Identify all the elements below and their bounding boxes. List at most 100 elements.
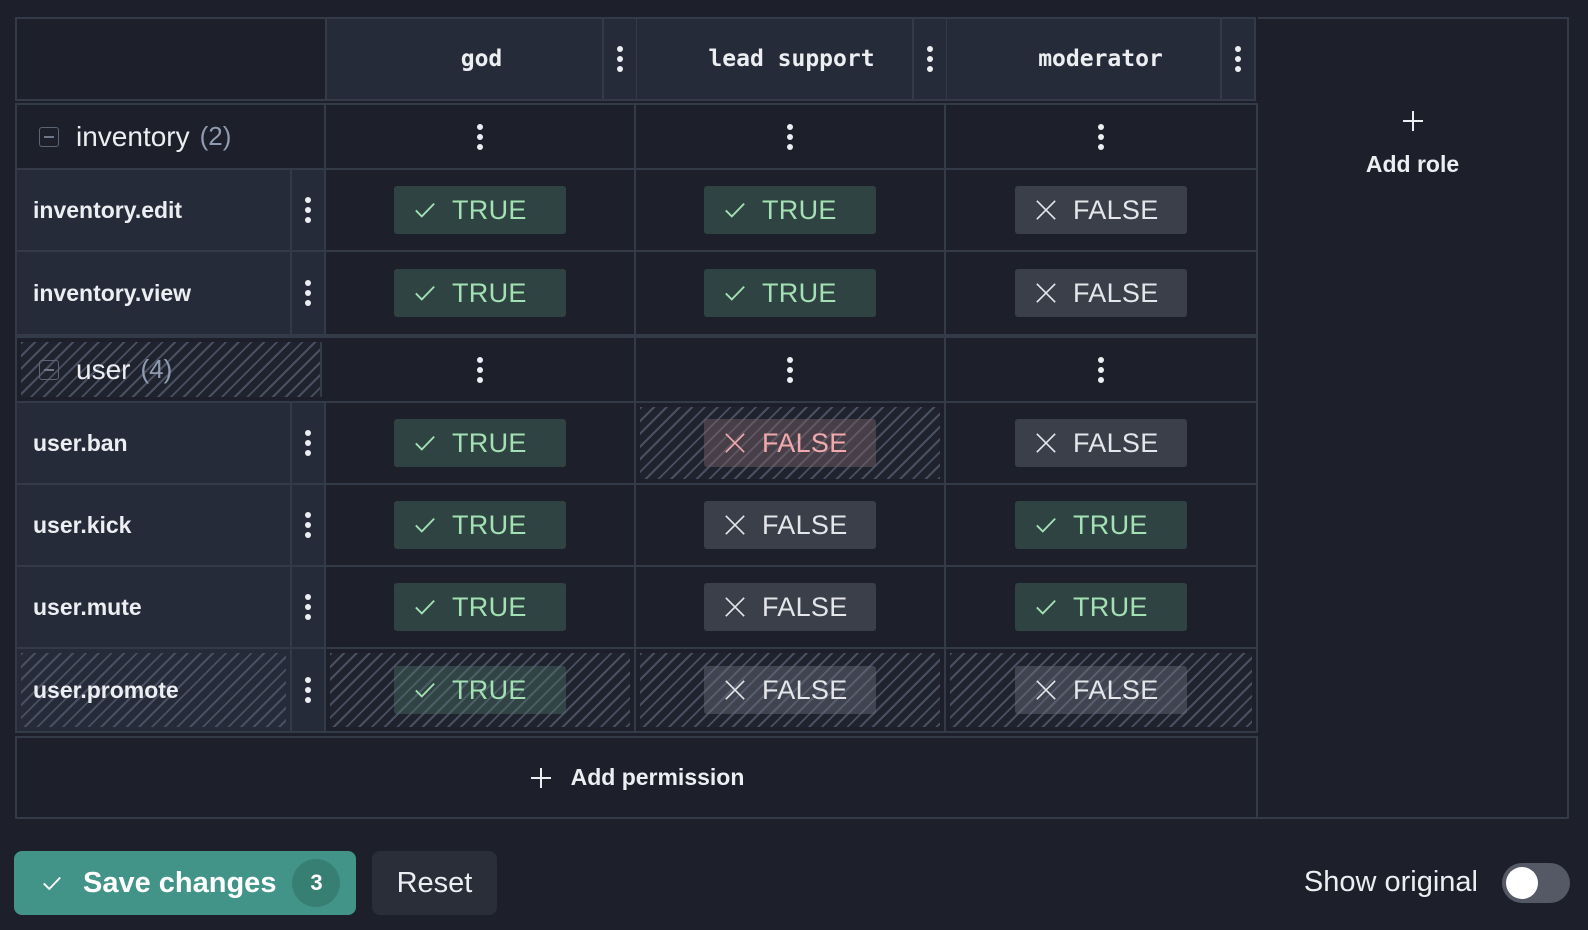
permission-value-cell: FALSE (946, 170, 1256, 250)
kebab-icon (305, 677, 311, 703)
false-badge[interactable]: FALSE (1015, 666, 1187, 714)
permission-value-cell: FALSE (946, 649, 1256, 731)
group-name: user (76, 353, 131, 385)
permission-name: user.ban (33, 429, 128, 456)
false-badge[interactable]: FALSE (1015, 269, 1187, 317)
kebab-icon (1098, 123, 1104, 150)
role-name[interactable]: lead support (637, 19, 912, 99)
permission-value-cell: FALSE (636, 485, 946, 565)
group-name: inventory (76, 120, 190, 152)
collapse-group-icon[interactable] (39, 359, 59, 380)
true-badge[interactable]: TRUE (394, 501, 566, 549)
true-badge[interactable]: TRUE (394, 583, 566, 631)
kebab-icon (1235, 46, 1241, 72)
permission-row: inventory.edit TRUE TRUE FALSE (17, 170, 1256, 252)
kebab-icon (787, 123, 793, 150)
permission-value-cell: FALSE (636, 403, 946, 483)
role-name[interactable]: moderator (947, 19, 1220, 99)
permission-value-cell: TRUE (946, 567, 1256, 647)
kebab-icon (305, 512, 311, 538)
permission-menu-button[interactable] (292, 485, 326, 565)
true-badge[interactable]: TRUE (394, 419, 566, 467)
group-role-menu-cell[interactable] (636, 105, 946, 168)
false-badge[interactable]: FALSE (704, 419, 876, 467)
save-changes-button[interactable]: Save changes 3 (14, 851, 356, 915)
permission-name: user.mute (33, 593, 142, 620)
false-badge[interactable]: FALSE (1015, 419, 1187, 467)
group-role-menu-cell[interactable] (326, 105, 636, 168)
add-permission-button[interactable]: Add permission (15, 736, 1258, 819)
role-menu-button[interactable] (912, 19, 946, 99)
true-badge[interactable]: TRUE (1015, 583, 1187, 631)
toggle-knob (1506, 867, 1538, 899)
permission-menu-button[interactable] (292, 252, 326, 334)
permission-name-cell: user.promote (17, 649, 292, 731)
permission-menu-button[interactable] (292, 403, 326, 483)
value-label: FALSE (1073, 427, 1159, 458)
permission-row: user.ban TRUE FALSE FALSE (17, 403, 1256, 485)
value-label: FALSE (1073, 194, 1159, 225)
group-role-menu-cell[interactable] (636, 338, 946, 401)
value-label: TRUE (762, 277, 837, 308)
group-role-menu-cell[interactable] (946, 338, 1256, 401)
add-role-label: Add role (1365, 151, 1460, 177)
permission-menu-button[interactable] (292, 567, 326, 647)
false-badge[interactable]: FALSE (704, 501, 876, 549)
x-icon (1036, 433, 1056, 453)
value-label: TRUE (452, 591, 527, 622)
check-icon (415, 435, 435, 451)
permission-name-cell: user.kick (17, 485, 292, 565)
false-badge[interactable]: FALSE (1015, 186, 1187, 234)
collapse-group-icon[interactable] (39, 126, 59, 147)
add-role-column: Add role (1258, 17, 1569, 819)
reset-button[interactable]: Reset (372, 851, 497, 915)
true-badge[interactable]: TRUE (704, 186, 876, 234)
group-role-menu-cell[interactable] (326, 338, 636, 401)
permission-value-cell: TRUE (636, 170, 946, 250)
true-badge[interactable]: TRUE (704, 269, 876, 317)
permission-value-cell: TRUE (636, 252, 946, 334)
kebab-icon (305, 430, 311, 456)
x-icon (725, 515, 745, 535)
group-role-menu-cell[interactable] (946, 105, 1256, 168)
true-badge[interactable]: TRUE (1015, 501, 1187, 549)
permission-value-cell: FALSE (946, 403, 1256, 483)
group-name-cell: user (4) (21, 342, 322, 397)
value-label: FALSE (762, 591, 848, 622)
role-menu-button[interactable] (1220, 19, 1254, 99)
permission-value-cell: FALSE (636, 567, 946, 647)
value-label: TRUE (1073, 509, 1148, 540)
permission-value-cell: TRUE (946, 485, 1256, 565)
true-badge[interactable]: TRUE (394, 186, 566, 234)
show-original-toggle[interactable] (1502, 863, 1570, 903)
value-label: TRUE (1073, 591, 1148, 622)
group-count: (4) (140, 354, 173, 384)
check-icon (415, 285, 435, 301)
save-changes-label: Save changes (83, 866, 277, 899)
x-icon (725, 433, 745, 453)
x-icon (1036, 283, 1056, 303)
permission-name-cell: user.ban (17, 403, 292, 483)
kebab-icon (305, 197, 311, 223)
value-label: TRUE (452, 509, 527, 540)
true-badge[interactable]: TRUE (394, 666, 566, 714)
permission-group-inventory: inventory (2) inventory.edit TRUE TRUE FALSE i… (15, 103, 1258, 336)
permission-value-cell: TRUE (326, 649, 636, 731)
kebab-icon (1098, 356, 1104, 383)
permission-menu-button[interactable] (292, 170, 326, 250)
add-role-button[interactable]: Add role (1258, 109, 1567, 178)
kebab-icon (477, 356, 483, 383)
role-header-lead-support: lead support (636, 17, 946, 101)
x-icon (1036, 200, 1056, 220)
permission-menu-button[interactable] (292, 649, 326, 731)
kebab-icon (617, 46, 623, 72)
role-name[interactable]: god (327, 19, 602, 99)
check-icon (725, 202, 745, 218)
role-menu-button[interactable] (602, 19, 636, 99)
group-name-cell: inventory (2) (17, 105, 326, 168)
false-badge[interactable]: FALSE (704, 666, 876, 714)
plus-icon (1402, 111, 1423, 131)
false-badge[interactable]: FALSE (704, 583, 876, 631)
true-badge[interactable]: TRUE (394, 269, 566, 317)
check-icon (43, 876, 61, 891)
